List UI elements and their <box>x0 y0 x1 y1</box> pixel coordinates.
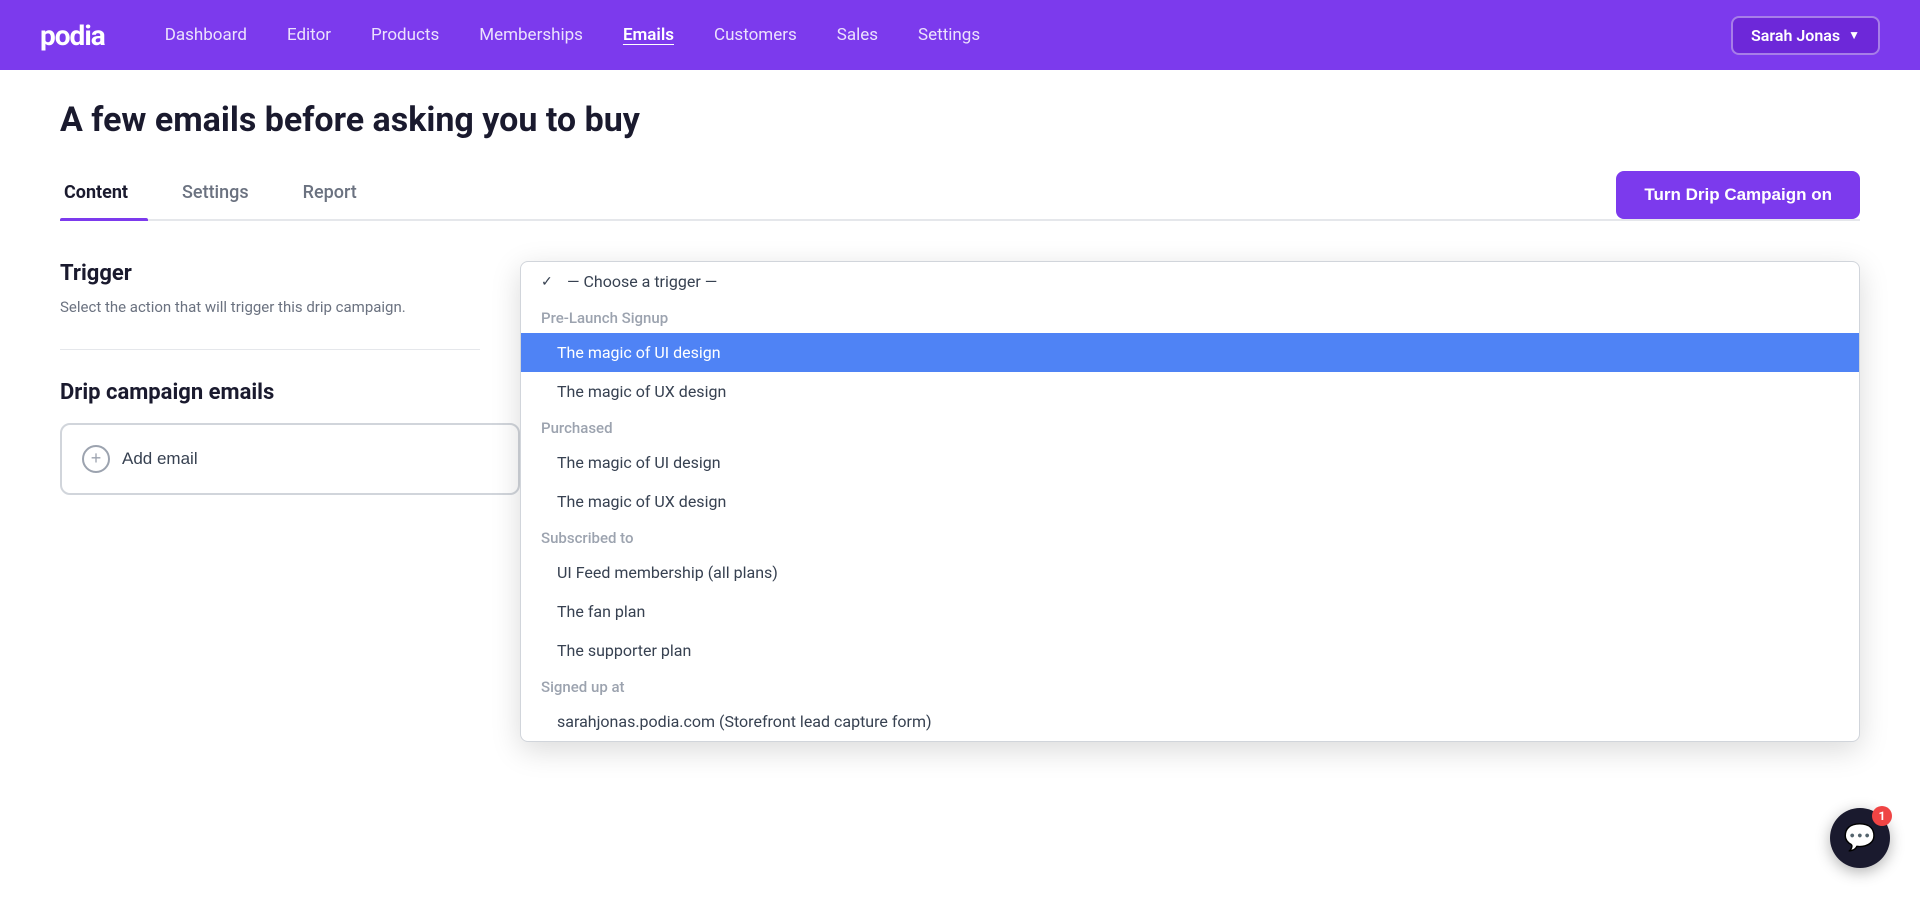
section-divider <box>60 349 480 350</box>
tab-content[interactable]: Content <box>60 170 148 219</box>
main-layout: Trigger Select the action that will trig… <box>60 261 1860 603</box>
chat-icon: 💬 <box>1844 823 1876 853</box>
logo[interactable]: podia <box>40 19 105 52</box>
user-menu[interactable]: Sarah Jonas ▼ <box>1731 16 1880 55</box>
page-title: A few emails before asking you to buy <box>60 100 1860 140</box>
dropdown-item-purchased-ux[interactable]: The magic of UX design <box>521 482 1859 521</box>
dropdown-group-subscribed-label: Subscribed to <box>521 521 1859 553</box>
dropdown-item-fan-plan[interactable]: The fan plan <box>521 592 1859 631</box>
dropdown-group-pre-launch-label: Pre-Launch Signup <box>521 301 1859 333</box>
dropdown-group-purchased-label: Purchased <box>521 411 1859 443</box>
drip-emails-section: Drip campaign emails + Add email <box>60 380 480 495</box>
nav-link-emails[interactable]: Emails <box>623 25 674 45</box>
dropdown-item-magic-ux[interactable]: The magic of UX design <box>521 372 1859 411</box>
nav-link-editor[interactable]: Editor <box>287 25 331 45</box>
trigger-heading: Trigger <box>60 261 480 286</box>
left-panel: Trigger Select the action that will trig… <box>60 261 480 603</box>
trigger-description: Select the action that will trigger this… <box>60 296 480 319</box>
tab-report[interactable]: Report <box>299 170 377 219</box>
user-name: Sarah Jonas <box>1751 26 1840 45</box>
plus-icon: + <box>82 445 110 473</box>
nav-link-customers[interactable]: Customers <box>714 25 797 45</box>
dropdown-item-supporter-plan[interactable]: The supporter plan <box>521 631 1859 670</box>
tabs-bar: Content Settings Report Turn Drip Campaign… <box>60 170 1860 221</box>
dropdown-item-magic-ui[interactable]: The magic of UI design <box>521 333 1859 372</box>
chat-badge: 1 <box>1872 806 1892 826</box>
trigger-section: Trigger Select the action that will trig… <box>60 261 480 319</box>
add-email-button[interactable]: + Add email <box>60 423 520 495</box>
nav-link-dashboard[interactable]: Dashboard <box>165 25 247 45</box>
dropdown-choose-trigger[interactable]: ✓— Choose a trigger — <box>521 262 1859 301</box>
tab-settings[interactable]: Settings <box>178 170 269 219</box>
nav-link-settings[interactable]: Settings <box>918 25 980 45</box>
page-content: A few emails before asking you to buy Co… <box>0 70 1920 603</box>
nav-link-products[interactable]: Products <box>371 25 439 45</box>
tabs-left: Content Settings Report <box>60 170 407 219</box>
turn-drip-on-button[interactable]: Turn Drip Campaign on <box>1616 171 1860 219</box>
navbar: podia Dashboard Editor Products Memberships… <box>0 0 1920 70</box>
nav-links: Dashboard Editor Products Memberships Emails… <box>165 25 1731 45</box>
drip-emails-heading: Drip campaign emails <box>60 380 480 405</box>
dropdown-group-signed-up-label: Signed up at <box>521 670 1859 702</box>
add-email-label: Add email <box>122 449 198 469</box>
dropdown-item-storefront[interactable]: sarahjonas.podia.com (Storefront lead ca… <box>521 702 1859 741</box>
chevron-down-icon: ▼ <box>1848 28 1860 42</box>
dropdown-item-ui-feed[interactable]: UI Feed membership (all plans) <box>521 553 1859 592</box>
chat-button[interactable]: 💬 1 <box>1830 808 1890 868</box>
right-panel: ✓— Choose a trigger —Pre-Launch SignupTh… <box>520 261 1860 603</box>
dropdown-menu[interactable]: ✓— Choose a trigger —Pre-Launch SignupTh… <box>520 261 1860 742</box>
nav-link-sales[interactable]: Sales <box>837 25 878 45</box>
dropdown-item-purchased-ui[interactable]: The magic of UI design <box>521 443 1859 482</box>
nav-link-memberships[interactable]: Memberships <box>479 25 583 45</box>
